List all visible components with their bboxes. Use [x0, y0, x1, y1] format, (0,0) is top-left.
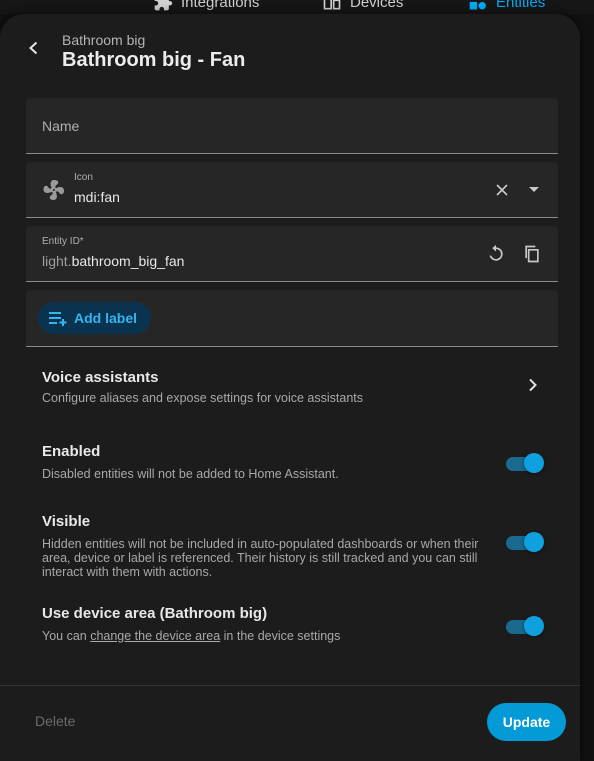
enabled-description: Disabled entities will not be added to H…	[42, 467, 339, 481]
dialog-title: Bathroom big - Fan	[62, 49, 246, 71]
visible-setting: Visible Hidden entities will not be incl…	[42, 513, 482, 579]
enabled-setting: Enabled Disabled entities will not be ad…	[42, 443, 482, 481]
footer-divider	[0, 685, 580, 686]
name-field-label: Name	[42, 118, 80, 134]
entity-settings-dialog: Bathroom big Bathroom big - Fan Name Ico…	[0, 14, 580, 761]
dialog-subtitle: Bathroom big	[62, 32, 146, 48]
clear-icon-button[interactable]	[490, 178, 514, 202]
close-icon	[496, 184, 508, 196]
entity-id-value: light.bathroom_big_fan	[42, 253, 184, 269]
tab-entities-label: Entities	[496, 0, 546, 11]
dialog-header: Bathroom big Bathroom big - Fan	[0, 14, 580, 84]
caret-down-icon	[529, 187, 539, 192]
icon-field-label: Icon	[74, 172, 93, 183]
use-device-area-desc-start: You can	[42, 629, 91, 643]
copy-entity-id-button[interactable]	[520, 242, 544, 266]
tab-integrations-label: Integrations	[181, 0, 260, 11]
back-button[interactable]	[20, 38, 48, 58]
delete-button[interactable]: Delete	[35, 713, 75, 729]
chevron-right-icon	[528, 378, 538, 397]
tab-entities[interactable]: Entities	[468, 0, 545, 12]
label-add-icon	[49, 312, 67, 326]
name-field[interactable]: Name	[26, 98, 558, 154]
tab-devices-label: Devices	[350, 0, 404, 11]
reset-entity-id-button[interactable]	[484, 242, 508, 266]
fan-icon	[43, 180, 64, 200]
icon-field-value: mdi:fan	[74, 189, 120, 205]
enabled-toggle[interactable]	[506, 452, 544, 474]
copy-icon	[525, 245, 539, 263]
entity-id-domain-prefix: light.	[42, 253, 72, 269]
restore-icon	[489, 244, 503, 261]
use-device-area-description: You can change the device area in the de…	[42, 629, 482, 643]
shapes-icon	[469, 2, 486, 10]
icon-field[interactable]: Icon mdi:fan	[26, 162, 558, 218]
use-device-area-title: Use device area (Bathroom big)	[42, 605, 268, 622]
tab-devices[interactable]: Devices	[322, 0, 403, 12]
voice-assistants-row[interactable]: Voice assistants Configure aliases and e…	[42, 369, 558, 405]
visible-description: Hidden entities will not be included in …	[42, 537, 479, 579]
devices-icon	[323, 0, 341, 10]
visible-toggle[interactable]	[506, 531, 544, 553]
entity-id-object-id: bathroom_big_fan	[71, 253, 185, 269]
background-nav: Integrations Devices Entities	[0, 0, 594, 14]
labels-field: Add label	[26, 290, 558, 347]
visible-toggle-knob	[524, 532, 544, 552]
enabled-toggle-knob	[524, 453, 544, 473]
add-label-text: Add label	[74, 310, 138, 326]
add-label-button[interactable]: Add label	[38, 302, 152, 334]
chevron-left-icon	[29, 41, 38, 55]
entity-id-label: Entity ID*	[42, 236, 84, 247]
puzzle-icon	[154, 0, 173, 11]
icon-dropdown-button[interactable]	[522, 178, 546, 202]
use-device-area-toggle-knob	[524, 616, 544, 636]
voice-assistants-description: Configure aliases and expose settings fo…	[42, 391, 364, 405]
visible-title: Visible	[42, 513, 91, 530]
update-button[interactable]: Update	[487, 703, 566, 741]
use-device-area-setting: Use device area (Bathroom big) You can c…	[42, 605, 482, 643]
use-device-area-desc-end: in the device settings	[220, 629, 341, 643]
use-device-area-toggle[interactable]	[506, 615, 544, 637]
tab-integrations[interactable]: Integrations	[153, 0, 259, 12]
enabled-title: Enabled	[42, 443, 101, 460]
entity-id-field[interactable]: Entity ID* light.bathroom_big_fan	[26, 226, 558, 282]
change-device-area-link[interactable]: change the device area	[90, 629, 220, 643]
voice-assistants-title: Voice assistants	[42, 369, 159, 386]
